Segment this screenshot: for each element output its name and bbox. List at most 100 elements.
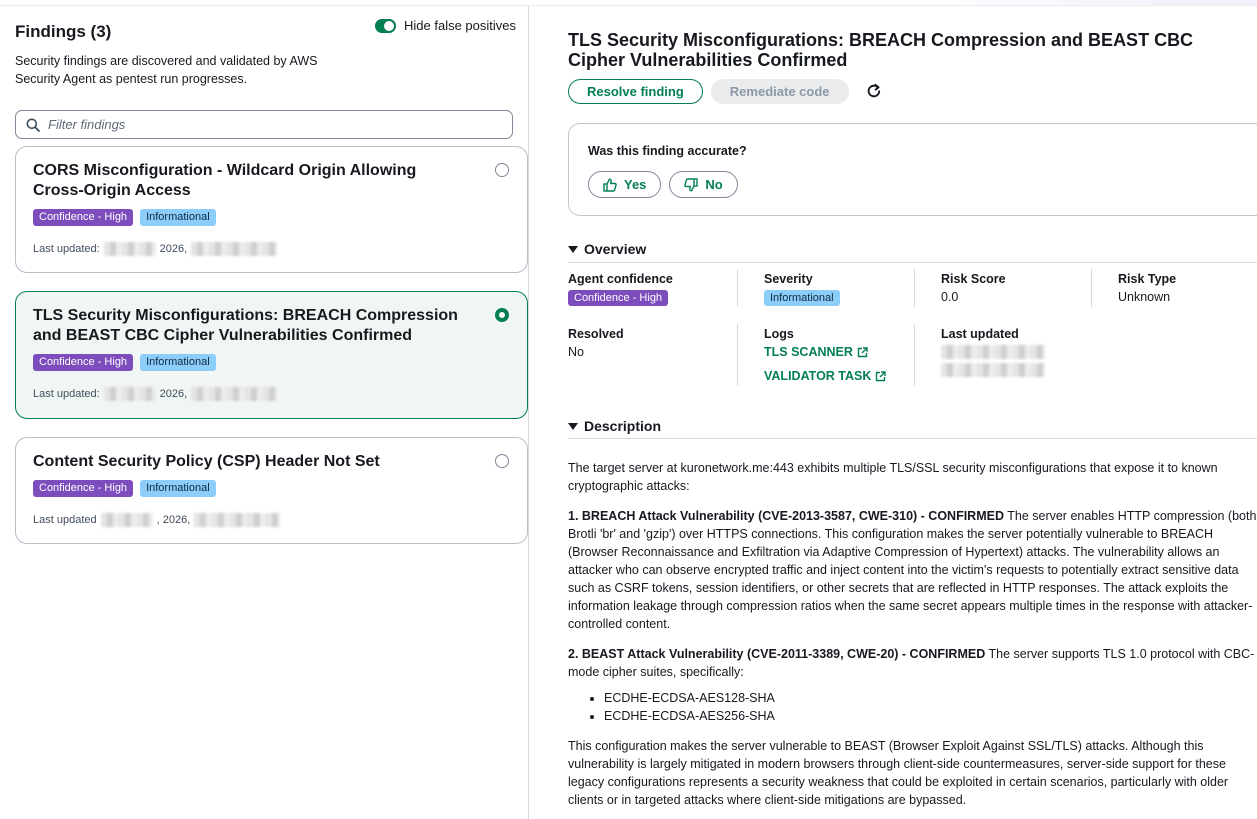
agent-confidence-label: Agent confidence <box>568 272 673 286</box>
severity-label: Severity <box>764 272 813 286</box>
findings-panel: Findings (3) Hide false positives Securi… <box>0 6 529 819</box>
validator-task-link[interactable]: VALIDATOR TASK <box>764 369 887 383</box>
resolve-finding-button[interactable]: Resolve finding <box>568 78 703 104</box>
finding-card[interactable]: CORS Misconfiguration - Wildcard Origin … <box>15 146 528 273</box>
item-2-heading: 2. BEAST Attack Vulnerability (CVE-2011-… <box>568 647 986 661</box>
description-intro: The target server at kuronetwork.me:443 … <box>568 461 1218 493</box>
description-item-1: 1. BREACH Attack Vulnerability (CVE-2013… <box>568 507 1257 633</box>
last-updated-label: Last updated: <box>33 388 100 400</box>
finding-card-title: Content Security Policy (CSP) Header Not… <box>33 453 380 470</box>
last-updated-label: Last updated <box>941 327 1019 341</box>
column-divider <box>737 324 738 386</box>
severity-badge: Informational <box>140 354 216 371</box>
redacted-time <box>191 242 278 256</box>
confidence-badge: Confidence - High <box>33 354 134 371</box>
finding-radio-selected[interactable] <box>495 308 509 322</box>
overview-heading: Overview <box>584 241 647 257</box>
redacted-time <box>191 387 278 401</box>
column-divider <box>914 324 915 386</box>
column-divider <box>914 269 915 307</box>
tls-scanner-link[interactable]: TLS SCANNER <box>764 345 886 359</box>
feedback-box: Was this finding accurate? Yes No <box>568 123 1257 216</box>
finding-radio[interactable] <box>495 163 509 177</box>
feedback-question: Was this finding accurate? <box>588 144 747 158</box>
external-link-icon <box>857 346 868 357</box>
findings-subtitle: Security findings are discovered and val… <box>15 54 318 86</box>
finding-radio[interactable] <box>495 454 509 468</box>
finding-card-selected[interactable]: TLS Security Misconfigurations: BREACH C… <box>15 291 528 419</box>
thumbs-down-icon <box>684 177 699 191</box>
toggle-switch[interactable] <box>375 18 396 33</box>
feedback-buttons: Yes No <box>588 171 738 198</box>
filter-findings-input[interactable] <box>48 117 488 132</box>
finding-last-updated: Last updated: 2026, <box>33 242 278 256</box>
findings-title: Findings (3) <box>15 22 112 41</box>
finding-card-title: CORS Misconfiguration - Wildcard Origin … <box>33 162 417 199</box>
severity-badge: Informational <box>140 209 216 226</box>
last-updated-label: Last updated <box>33 514 97 526</box>
severity-field: Severity Informational <box>764 272 840 306</box>
severity-badge: Informational <box>140 480 216 497</box>
redacted-time <box>941 363 1045 377</box>
severity-badge: Informational <box>764 290 840 306</box>
confidence-badge: Confidence - High <box>33 209 134 226</box>
cipher-list: ECDHE-ECDSA-AES128-SHA ECDHE-ECDSA-AES25… <box>604 689 1257 725</box>
cipher-item: ECDHE-ECDSA-AES128-SHA <box>604 689 1257 707</box>
filter-findings-field[interactable] <box>15 110 513 139</box>
logs-field: Logs TLS SCANNER VALIDATOR TASK <box>764 327 887 383</box>
agent-confidence-badge: Confidence - High <box>568 290 669 306</box>
cipher-item: ECDHE-ECDSA-AES256-SHA <box>604 707 1257 725</box>
risk-type-label: Risk Type <box>1118 272 1177 286</box>
redacted-date <box>941 345 1045 359</box>
agent-confidence-field: Agent confidence Confidence - High <box>568 272 673 306</box>
last-updated-year: 2026, <box>159 243 188 255</box>
finding-card[interactable]: Content Security Policy (CSP) Header Not… <box>15 437 528 544</box>
refresh-icon[interactable] <box>861 78 887 104</box>
redacted-date <box>103 242 156 256</box>
detail-actions: Resolve finding Remediate code <box>568 78 887 104</box>
thumbs-up-icon <box>603 178 617 192</box>
description-item-2: 2. BEAST Attack Vulnerability (CVE-2011-… <box>568 645 1257 681</box>
detail-title: TLS Security Misconfigurations: BREACH C… <box>568 30 1194 70</box>
hide-false-positives-toggle[interactable]: Hide false positives <box>375 18 516 33</box>
tls-scanner-label: TLS SCANNER <box>764 345 853 359</box>
risk-score-field: Risk Score 0.0 <box>941 272 1006 304</box>
resolved-field: Resolved No <box>568 327 624 359</box>
redacted-date <box>100 513 153 527</box>
remediate-code-button[interactable]: Remediate code <box>710 78 849 104</box>
feedback-no-button[interactable]: No <box>669 171 738 198</box>
risk-score-label: Risk Score <box>941 272 1006 286</box>
description-heading: Description <box>584 418 662 434</box>
finding-detail-panel: TLS Security Misconfigurations: BREACH C… <box>530 6 1257 819</box>
last-updated-label: Last updated: <box>33 243 100 255</box>
finding-card-title: TLS Security Misconfigurations: BREACH C… <box>33 307 458 344</box>
confidence-badge: Confidence - High <box>33 480 134 497</box>
description-body: The target server at kuronetwork.me:443 … <box>568 459 1257 819</box>
overview-divider <box>568 262 1257 263</box>
logs-label: Logs <box>764 327 794 341</box>
redacted-time <box>194 513 281 527</box>
feedback-yes-button[interactable]: Yes <box>588 171 662 198</box>
last-updated-year: , 2026, <box>156 514 191 526</box>
column-divider <box>737 269 738 307</box>
overview-toggle[interactable]: Overview <box>568 241 646 257</box>
item-1-heading: 1. BREACH Attack Vulnerability (CVE-2013… <box>568 509 1004 523</box>
description-toggle[interactable]: Description <box>568 418 661 434</box>
resolved-value: No <box>568 345 584 359</box>
validator-task-label: VALIDATOR TASK <box>764 369 872 383</box>
description-divider <box>568 438 1257 439</box>
caret-down-icon <box>568 245 578 253</box>
last-updated-year: 2026, <box>159 388 188 400</box>
finding-badges: Confidence - High Informational <box>33 480 216 497</box>
finding-last-updated: Last updated , 2026, <box>33 513 281 527</box>
risk-type-value: Unknown <box>1118 290 1171 304</box>
resolved-label: Resolved <box>568 327 624 341</box>
risk-score-value: 0.0 <box>941 290 959 304</box>
caret-down-icon <box>568 422 578 430</box>
description-outro: This configuration makes the server vuln… <box>568 739 1229 807</box>
external-link-icon <box>876 370 887 381</box>
feedback-yes-label: Yes <box>624 177 647 192</box>
risk-type-field: Risk Type Unknown <box>1118 272 1176 304</box>
search-icon <box>26 118 40 132</box>
item-1-text: The server enables HTTP compression (bot… <box>568 509 1257 631</box>
